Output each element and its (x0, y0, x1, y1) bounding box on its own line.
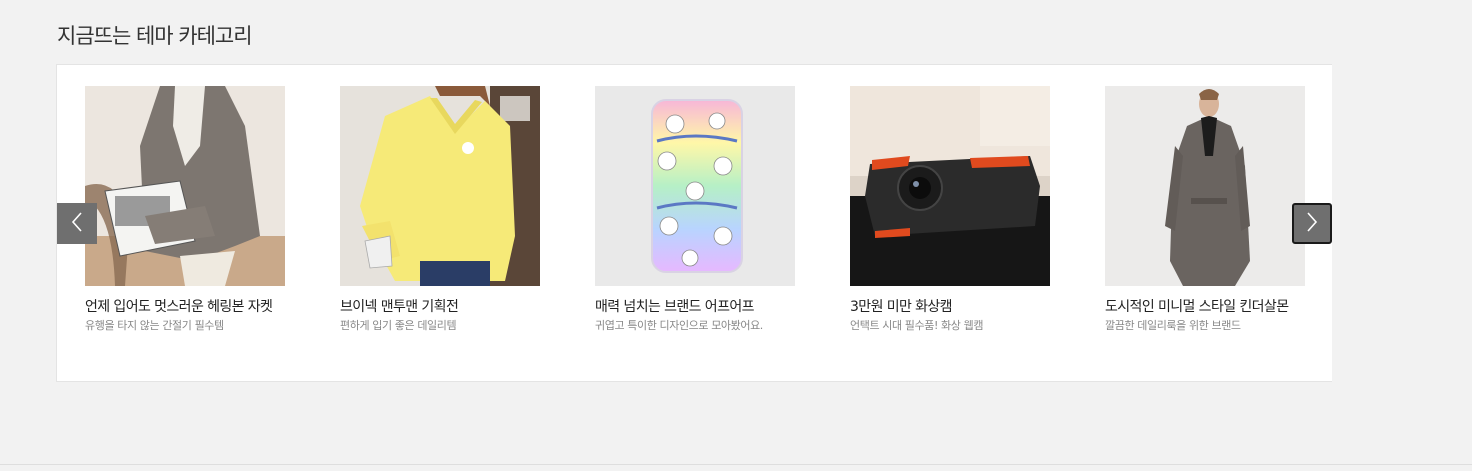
theme-card[interactable]: 3만원 미만 화상캠 언택트 시대 필수품! 화상 웹캠 (850, 86, 1070, 333)
theme-card[interactable]: 브이넥 맨투맨 기획전 편하게 입기 좋은 데일리템 (340, 86, 560, 333)
carousel-next-button[interactable] (1292, 203, 1332, 244)
card-subtitle: 유행을 타지 않는 간절기 필수템 (85, 319, 224, 332)
card-title[interactable]: 매력 넘치는 브랜드 어프어프 (595, 298, 815, 316)
chevron-left-icon (70, 211, 84, 237)
product-image-sweatshirt[interactable] (340, 86, 540, 286)
theme-card[interactable]: 언제 입어도 멋스러운 헤링본 자켓 유행을 타지 않는 간절기 필수템 (85, 86, 305, 333)
theme-card[interactable]: 매력 넘치는 브랜드 어프어프 귀엽고 특이한 디자인으로 모아봤어요. (595, 86, 815, 333)
theme-carousel: 언제 입어도 멋스러운 헤링본 자켓 유행을 타지 않는 간절기 필수템 브이넥… (56, 64, 1332, 382)
product-image-jacket[interactable] (85, 86, 285, 286)
card-subtitle: 언택트 시대 필수품! 화상 웹캠 (850, 319, 984, 332)
product-image-phone-case[interactable] (595, 86, 795, 286)
chevron-right-icon (1305, 211, 1319, 237)
product-image-coat[interactable] (1105, 86, 1305, 286)
card-title[interactable]: 브이넥 맨투맨 기획전 (340, 298, 560, 316)
card-subtitle: 깔끔한 데일리룩을 위한 브랜드 (1105, 319, 1241, 332)
carousel-prev-button[interactable] (57, 203, 97, 244)
section-title: 지금뜨는 테마 카테고리 (57, 24, 253, 48)
card-title[interactable]: 3만원 미만 화상캠 (850, 298, 1070, 316)
card-title[interactable]: 도시적인 미니멀 스타일 킨더살몬 (1105, 298, 1325, 316)
card-subtitle: 편하게 입기 좋은 데일리템 (340, 319, 457, 332)
divider (0, 464, 1472, 465)
card-subtitle: 귀엽고 특이한 디자인으로 모아봤어요. (595, 319, 763, 332)
card-title[interactable]: 언제 입어도 멋스러운 헤링본 자켓 (85, 298, 305, 316)
product-image-webcam[interactable] (850, 86, 1050, 286)
